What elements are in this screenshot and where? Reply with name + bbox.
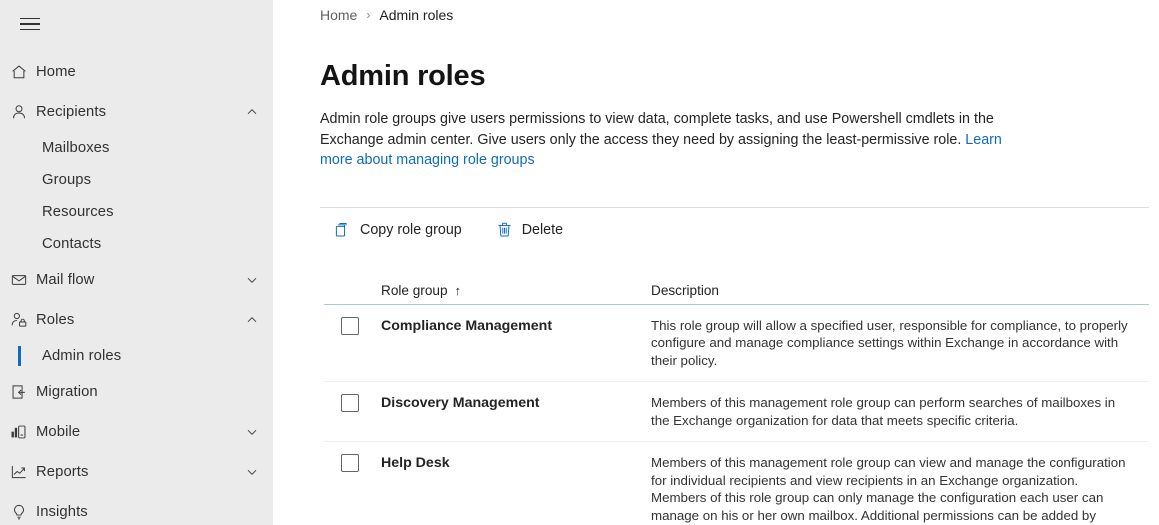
sidebar-item-contacts[interactable]: Contacts [0, 228, 273, 260]
row-description: Members of this management role group ca… [651, 395, 1116, 428]
sidebar-item-reports[interactable]: Reports [0, 452, 273, 492]
trash-icon [496, 221, 513, 238]
sidebar-item-groups[interactable]: Groups [0, 164, 273, 196]
sidebar-item-label: Recipients [36, 104, 107, 120]
sidebar-item-label: Mobile [36, 424, 81, 440]
sidebar-item-resources[interactable]: Resources [0, 196, 273, 228]
copy-role-group-label: Copy role group [360, 221, 462, 238]
sidebar-item-label: Contacts [42, 236, 102, 252]
chevron-up-icon[interactable] [245, 313, 259, 327]
row-description: This role group will allow a specified u… [651, 317, 1128, 368]
sidebar-item-label: Resources [42, 204, 114, 220]
lightbulb-icon [10, 503, 36, 521]
migration-icon [10, 383, 36, 401]
hamburger-bar [20, 17, 40, 20]
chevron-up-icon[interactable] [245, 105, 259, 119]
breadcrumb-home[interactable]: Home [320, 7, 357, 23]
row-checkbox-cell [324, 316, 381, 335]
sidebar-item-label: Migration [36, 384, 98, 400]
toolbar: Copy role group Delete [320, 208, 1149, 252]
row-checkbox-cell [324, 394, 381, 412]
delete-button[interactable]: Delete [488, 216, 571, 243]
sidebar-item-mail-flow[interactable]: Mail flow [0, 260, 273, 300]
table-row[interactable]: Compliance Management This role group wi… [324, 305, 1149, 382]
sidebar-item-home[interactable]: Home [0, 52, 273, 92]
main-content: Home › Admin roles Admin roles Admin rol… [273, 0, 1159, 525]
person-icon [10, 103, 36, 121]
row-description: Members of this management role group ca… [651, 455, 1126, 523]
breadcrumb: Home › Admin roles [320, 0, 1149, 23]
column-header-role-group-wrap: Role group ↑ [381, 283, 651, 298]
row-role-group-name: Discovery Management [381, 395, 540, 411]
page-description-text: Admin role groups give users permissions… [320, 111, 994, 148]
row-checkbox[interactable] [341, 316, 359, 335]
page-title: Admin roles [320, 60, 486, 92]
row-checkbox[interactable] [341, 394, 359, 412]
copy-role-group-button[interactable]: Copy role group [326, 216, 470, 243]
sidebar-item-label: Roles [36, 312, 75, 328]
chevron-down-icon[interactable] [245, 425, 259, 439]
chevron-down-icon[interactable] [245, 273, 259, 287]
sidebar-item-migration[interactable]: Migration [0, 372, 273, 412]
delete-label: Delete [521, 221, 564, 238]
sort-ascending-icon: ↑ [454, 282, 462, 298]
hamburger-icon[interactable] [6, 8, 54, 40]
hamburger-bar [20, 28, 40, 31]
app-root: Home Recipients Mailboxes Groups Resourc… [0, 0, 1159, 525]
hamburger-bar [20, 23, 40, 25]
envelope-icon [10, 271, 36, 289]
table-header-role-group[interactable]: Role group ↑ [381, 283, 651, 298]
breadcrumb-separator-icon: › [366, 8, 371, 22]
chevron-down-icon[interactable] [245, 465, 259, 479]
table-header-row: Role group ↑ Description [324, 277, 1149, 305]
table-row[interactable]: Discovery Management Members of this man… [324, 382, 1149, 442]
sidebar-item-label: Admin roles [42, 348, 122, 364]
sidebar-item-mailboxes[interactable]: Mailboxes [0, 132, 273, 164]
breadcrumb-current: Admin roles [379, 7, 454, 23]
sidebar: Home Recipients Mailboxes Groups Resourc… [0, 0, 273, 525]
sidebar-item-recipients[interactable]: Recipients [0, 92, 273, 132]
column-header-role-group-label: Role group [381, 282, 448, 298]
role-groups-table: Role group ↑ Description Compliance Mana… [324, 277, 1149, 525]
page-description: Admin role groups give users permissions… [320, 109, 1020, 171]
sidebar-item-label: Groups [42, 172, 92, 188]
sidebar-item-label: Home [36, 64, 76, 80]
row-role-group-name: Help Desk [381, 455, 450, 471]
person-lock-icon [10, 311, 36, 329]
sidebar-item-label: Mail flow [36, 272, 95, 288]
copy-icon [334, 221, 351, 238]
sidebar-item-insights[interactable]: Insights [0, 492, 273, 525]
table-header-description[interactable]: Description [651, 283, 1149, 298]
row-role-group-name: Compliance Management [381, 317, 553, 334]
sidebar-item-roles[interactable]: Roles [0, 300, 273, 340]
row-checkbox[interactable] [341, 454, 359, 472]
sidebar-item-label: Insights [36, 504, 88, 520]
column-header-description-label: Description [651, 282, 719, 298]
mobile-icon [10, 423, 36, 441]
chart-line-icon [10, 463, 36, 481]
sidebar-nav: Home Recipients Mailboxes Groups Resourc… [0, 52, 273, 525]
sidebar-item-mobile[interactable]: Mobile [0, 412, 273, 452]
sidebar-item-admin-roles[interactable]: Admin roles [0, 340, 273, 372]
sidebar-item-label: Mailboxes [42, 140, 110, 156]
row-checkbox-cell [324, 454, 381, 472]
home-icon [10, 63, 36, 81]
sidebar-item-label: Reports [36, 464, 89, 480]
table-row[interactable]: Help Desk Members of this management rol… [324, 442, 1149, 525]
